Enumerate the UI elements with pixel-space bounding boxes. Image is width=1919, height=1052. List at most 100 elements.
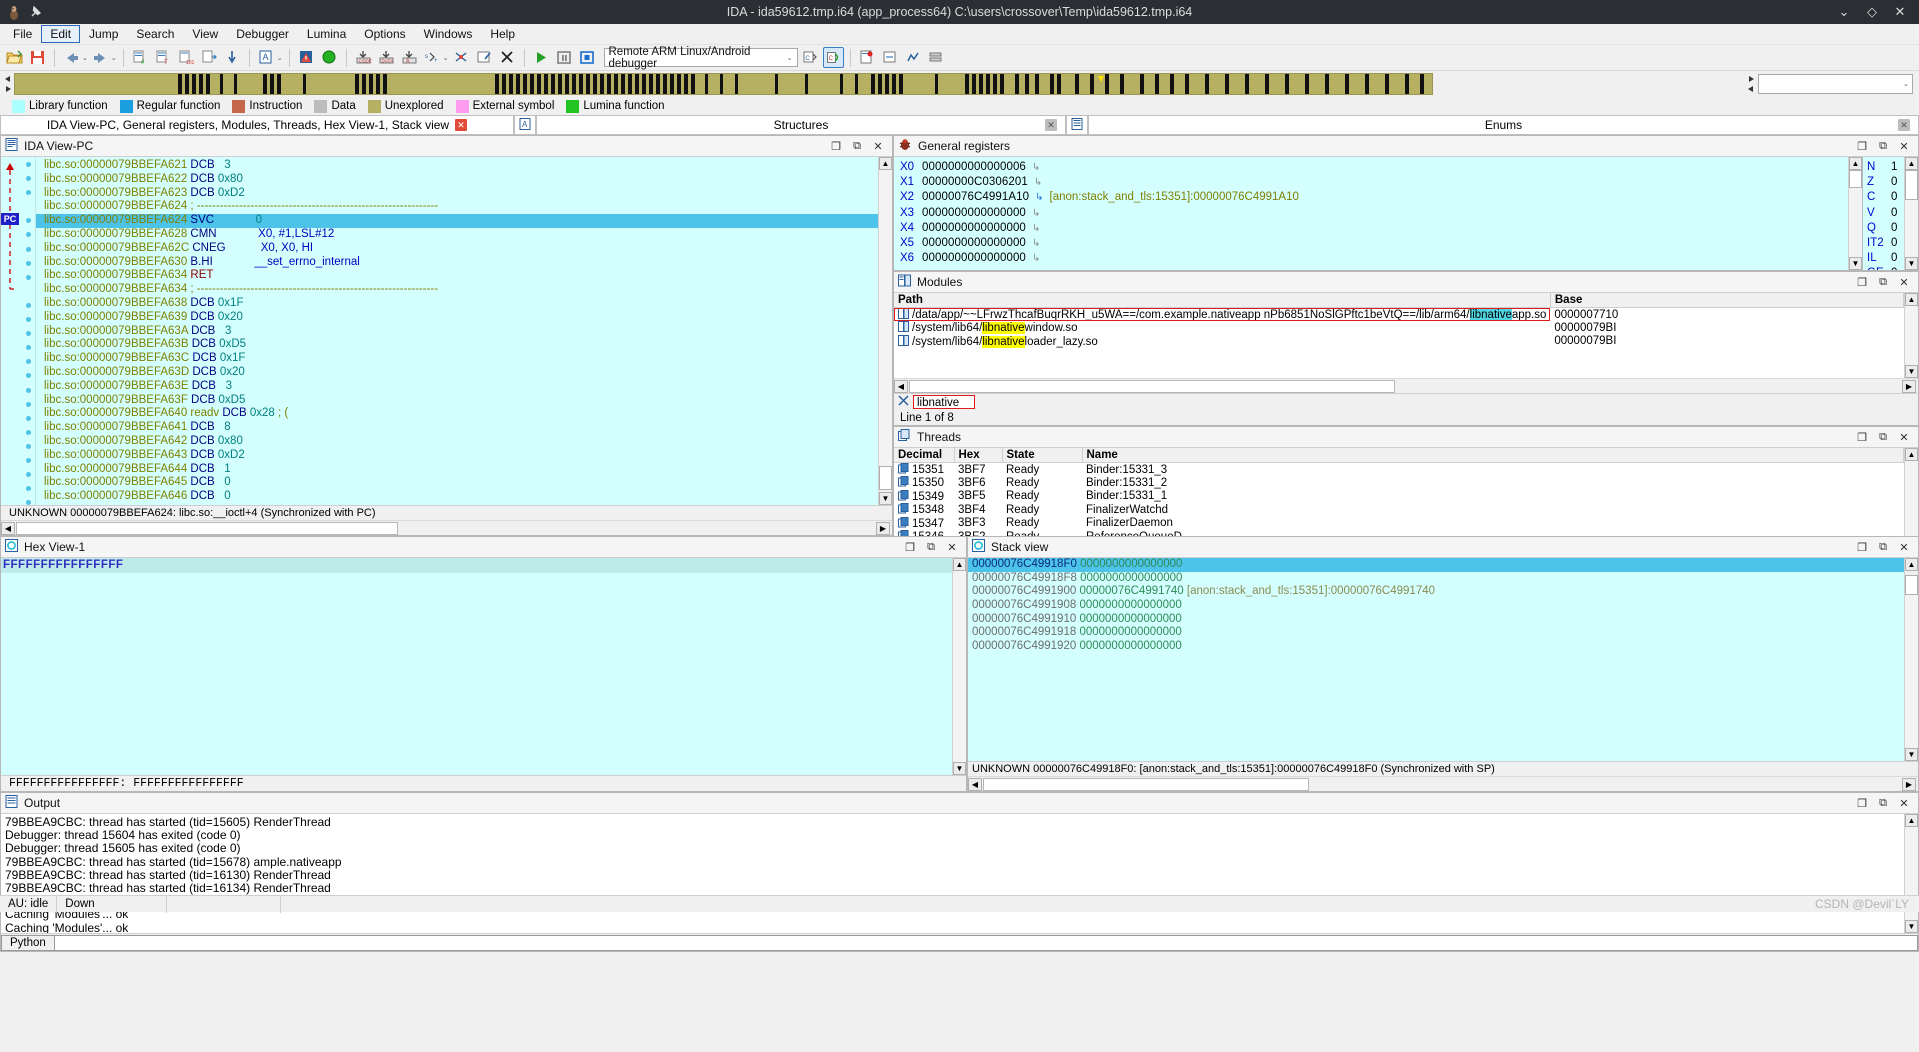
maximize-button[interactable]: ⧉	[1877, 797, 1889, 810]
nav-back-icon[interactable]	[61, 47, 82, 68]
disassembly-line[interactable]: libc.so:00000079BBEFA641 DCB 8	[36, 421, 878, 435]
breakpoint-dot[interactable]	[25, 415, 31, 421]
restart-debugger-icon[interactable]: C	[822, 47, 844, 68]
breakpoint-dot[interactable]	[25, 162, 31, 167]
nav-forward-caret-icon[interactable]: ⌄	[111, 54, 117, 62]
ascii-caret-icon[interactable]: ⌄	[277, 54, 283, 62]
modules-body[interactable]: Path Base /data/app/~~LFrwzThcafBuqrRKH_…	[894, 293, 1918, 378]
follow-arrow-icon[interactable]: ↳	[1032, 206, 1040, 221]
module-base-cell[interactable]: 0000007710	[1550, 308, 1903, 322]
register-value[interactable]: 0000000000000000	[922, 236, 1026, 251]
warning-icon[interactable]	[296, 47, 317, 68]
modules-table[interactable]: Path Base /data/app/~~LFrwzThcafBuqrRKH_…	[894, 293, 1904, 348]
stack-line[interactable]: 00000076C49918F0 0000000000000000	[968, 558, 1904, 572]
disassembly-line[interactable]: libc.so:00000079BBEFA622 DCB 0x80	[36, 173, 878, 187]
ida-view-vertical-scrollbar[interactable]: ▲ ▼	[878, 157, 892, 505]
register-value[interactable]: 0000000000000000	[922, 206, 1026, 221]
registers-vertical-scrollbar[interactable]: ▲ ▼	[1848, 157, 1862, 270]
disassembly-line[interactable]: libc.so:00000079BBEFA63D DCB 0x20	[36, 366, 878, 380]
disassembly-line[interactable]: libc.so:00000079BBEFA645 DCB 0	[36, 476, 878, 490]
scroll-thumb[interactable]	[1905, 170, 1918, 200]
hex-first-line[interactable]: FFFFFFFFFFFFFFFF	[1, 558, 952, 573]
flag-value[interactable]: 0	[1891, 175, 1897, 190]
breakpoint-dot[interactable]	[25, 302, 31, 308]
thread-state-cell[interactable]: Ready	[1002, 517, 1082, 531]
flag-row[interactable]: C0	[1863, 190, 1904, 205]
scroll-up-icon[interactable]: ▲	[1905, 558, 1918, 571]
table-row[interactable]: 15348 3BF4 Ready FinalizerWatchd	[894, 503, 1904, 517]
scroll-up-icon[interactable]: ▲	[1905, 814, 1918, 827]
close-button[interactable]: ✕	[1898, 276, 1910, 289]
scroll-track[interactable]	[1905, 595, 1918, 748]
disassembly-line[interactable]: libc.so:00000079BBEFA638 DCB 0x1F	[36, 297, 878, 311]
register-value[interactable]: 0000000000000000	[922, 221, 1026, 236]
breakpoint-dot[interactable]	[25, 373, 31, 379]
make-data-icon[interactable]: DATA	[376, 47, 397, 68]
restore-button[interactable]: ❐	[1856, 541, 1868, 554]
hex-view-icon[interactable]: 101	[176, 47, 197, 68]
table-row[interactable]: /system/lib64/libnativeloader_lazy.so 000…	[894, 334, 1904, 349]
close-button[interactable]: ✕	[1898, 541, 1910, 554]
modules-vertical-scrollbar[interactable]: ▲ ▼	[1904, 293, 1918, 378]
close-button[interactable]: ✕	[1893, 4, 1907, 20]
breakpoint-dot[interactable]	[25, 345, 31, 351]
thread-hex-cell[interactable]: 3BF3	[954, 517, 1002, 531]
register-row[interactable]: X4 0000000000000000 ↳	[894, 221, 1848, 236]
scroll-right-icon[interactable]: ▶	[1902, 777, 1916, 791]
thread-name-cell[interactable]: Binder:15331_3	[1082, 463, 1904, 477]
scroll-up-icon[interactable]: ▲	[1905, 293, 1918, 306]
module-path-cell[interactable]: /system/lib64/libnativewindow.so	[894, 321, 1550, 335]
stack-view-body[interactable]: 00000076C49918F0 0000000000000000 0000007…	[968, 558, 1918, 761]
close-button[interactable]: ✕	[1898, 431, 1910, 444]
make-string-icon[interactable]: A	[399, 47, 420, 68]
menu-item-search[interactable]: Search	[127, 25, 183, 43]
scroll-left-icon[interactable]: ◀	[968, 777, 982, 791]
threads-col-name[interactable]: Name	[1082, 448, 1904, 463]
maximize-button[interactable]: ⧉	[1877, 431, 1889, 444]
navband-scroll-arrows[interactable]	[2, 73, 14, 95]
threads-col-hex[interactable]: Hex	[954, 448, 1003, 463]
menu-item-edit[interactable]: Edit	[41, 25, 81, 43]
follow-arrow-icon[interactable]: ↳	[1032, 160, 1040, 175]
stack-vertical-scrollbar[interactable]: ▲ ▼	[1904, 558, 1918, 761]
debugger-select[interactable]: Remote ARM Linux/Android debugger ⌄	[603, 46, 798, 70]
stack-line[interactable]: 00000076C4991918 0000000000000000	[968, 626, 1904, 640]
disassembly-line[interactable]: libc.so:00000079BBEFA624 ; -------------…	[36, 200, 878, 214]
export-icon[interactable]	[199, 47, 220, 68]
threads-col-decimal[interactable]: Decimal	[894, 448, 955, 463]
save-icon[interactable]	[27, 47, 48, 68]
scroll-down-icon[interactable]: ▼	[1905, 748, 1918, 761]
disassembly-line[interactable]: libc.so:00000079BBEFA642 DCB 0x80	[36, 435, 878, 449]
pause-icon[interactable]	[554, 47, 575, 68]
thread-name-cell[interactable]: FinalizerWatchd	[1082, 503, 1904, 517]
hscroll-track[interactable]	[16, 521, 398, 535]
register-value[interactable]: 0000000000000000	[922, 251, 1026, 266]
maximize-button[interactable]: ⧉	[925, 541, 937, 554]
stack-horizontal-scrollbar[interactable]: ◀ ▶	[968, 776, 1918, 791]
output-vertical-scrollbar[interactable]: ▲ ▼	[1904, 814, 1918, 933]
hscroll-track[interactable]	[909, 379, 1395, 393]
table-row[interactable]: /system/lib64/libnativewindow.so 00000079…	[894, 321, 1904, 335]
scroll-thumb[interactable]	[1905, 575, 1918, 595]
tab-ascii-view[interactable]: A	[514, 115, 536, 134]
thread-name-cell[interactable]: FinalizerDaemon	[1082, 517, 1904, 531]
tracing-icon[interactable]	[903, 47, 924, 68]
disassembly-line[interactable]: libc.so:00000079BBEFA644 DCB 1	[36, 463, 878, 477]
make-code-icon[interactable]: CODE	[353, 47, 374, 68]
flag-row[interactable]: Z0	[1863, 175, 1904, 190]
table-row[interactable]: /data/app/~~LFrwzThcafBuqrRKH_u5WA==/com…	[894, 307, 1904, 322]
scroll-track[interactable]	[1905, 200, 1918, 257]
modules-col-path[interactable]: Path	[894, 293, 1551, 308]
watch-icon[interactable]	[880, 47, 901, 68]
filter-icon[interactable]	[898, 395, 909, 409]
register-row[interactable]: X2 00000076C4991A10 ↳ [anon:stack_and_tls:1…	[894, 190, 1848, 205]
follow-arrow-icon[interactable]: ↳	[1032, 251, 1040, 266]
menu-item-jump[interactable]: Jump	[80, 25, 127, 43]
module-base-cell[interactable]: 00000079BI	[1550, 335, 1903, 349]
register-value[interactable]: 00000076C4991A10	[922, 190, 1029, 205]
disassembly-line[interactable]: libc.so:00000079BBEFA639 DCB 0x20	[36, 311, 878, 325]
hex-view-vertical-scrollbar[interactable]: ▲ ▼	[952, 558, 966, 775]
thread-state-cell[interactable]: Ready	[1002, 503, 1082, 517]
flag-row[interactable]: N1	[1863, 160, 1904, 175]
stop-icon[interactable]	[577, 47, 598, 68]
